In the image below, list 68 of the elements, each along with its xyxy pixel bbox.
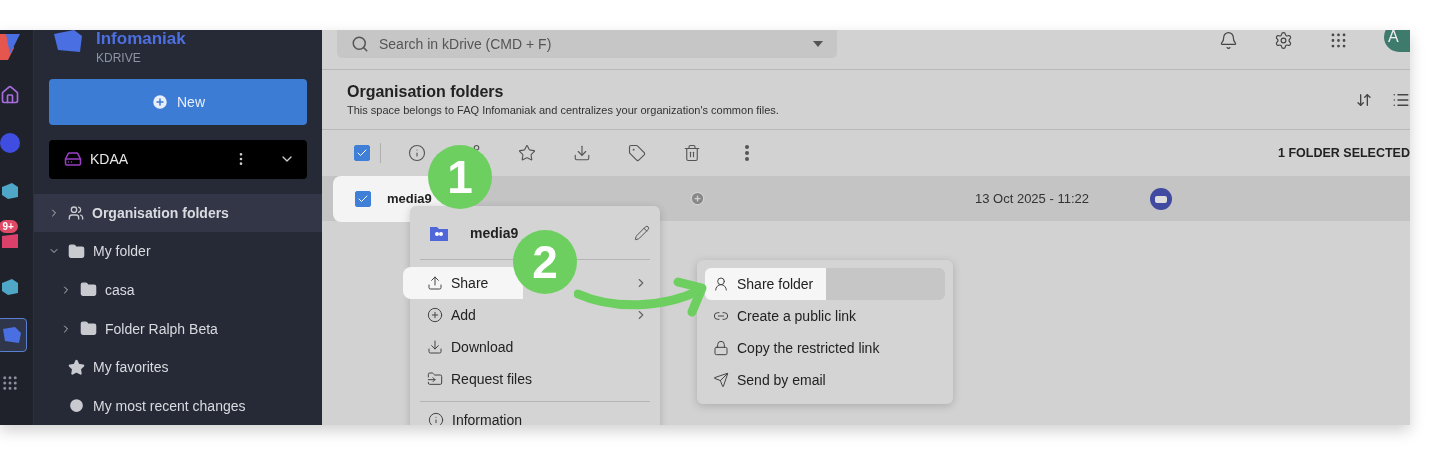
tree-item[interactable]: My folder <box>34 232 322 271</box>
bell-icon <box>1219 30 1238 50</box>
caret-icon <box>813 41 823 47</box>
add-icon <box>690 191 705 206</box>
app-logo-icon <box>0 32 22 62</box>
selection-count: 1 FOLDER SELECTED <box>1278 146 1410 160</box>
select-all-checkbox[interactable] <box>354 145 370 161</box>
app-launcher[interactable] <box>0 318 27 352</box>
add-app-icon <box>0 374 19 392</box>
submenu-item[interactable]: Create a public link <box>705 300 945 332</box>
star-icon <box>68 358 85 376</box>
notification-badge: 9+ <box>0 220 18 233</box>
more-icon <box>744 145 749 161</box>
tree-item[interactable]: My most recent changes <box>34 386 322 425</box>
app-launcher[interactable]: 9+ <box>0 222 25 256</box>
star-icon <box>517 144 536 162</box>
drive-name: KDAA <box>90 151 130 168</box>
page-title: Organisation folders <box>347 83 505 101</box>
organisation-folder-icon <box>68 204 84 221</box>
new-button[interactable]: New <box>49 78 307 125</box>
tree-item[interactable]: My favorites <box>34 347 322 387</box>
settings-icon <box>1274 30 1293 50</box>
download-icon <box>572 144 591 162</box>
cube-icon <box>0 277 20 297</box>
home-icon <box>0 85 20 105</box>
tree-item[interactable]: casa <box>34 270 322 310</box>
send-icon <box>713 372 729 388</box>
submenu-item[interactable]: Share folder <box>705 268 945 300</box>
drive-app-icon <box>0 325 23 345</box>
tree-item[interactable]: Organisation folders <box>34 193 322 233</box>
menu-item[interactable]: Add <box>403 299 660 331</box>
download-icon <box>427 339 443 355</box>
tree-item[interactable]: Folder Ralph Beta <box>34 309 322 348</box>
brand-name: Infomaniak <box>96 30 186 48</box>
lock-icon <box>713 340 729 356</box>
drive-badge-icon <box>1148 186 1173 211</box>
add-icon <box>427 307 443 323</box>
rename-pencil-icon <box>634 224 650 241</box>
search-icon <box>351 35 369 53</box>
info-icon <box>407 144 426 162</box>
shared-folder-icon <box>430 224 448 241</box>
user-avatar[interactable]: A <box>1384 30 1410 52</box>
search-field[interactable]: Search in kDrive (CMD + F) <box>337 30 837 58</box>
product-name: KDRIVE <box>96 50 142 66</box>
folder-icon <box>80 281 97 299</box>
submenu-item[interactable]: Copy the restricted link <box>705 332 945 364</box>
orb-icon <box>0 132 21 154</box>
sort-icon <box>1356 91 1372 108</box>
modified-date: 13 Oct 2025 - 11:22 <box>975 191 1089 206</box>
user-share-icon <box>713 276 729 292</box>
submenu-item[interactable]: Send by email <box>705 364 945 396</box>
row-checkbox[interactable] <box>355 190 371 207</box>
trash-icon <box>682 144 701 162</box>
menu-item[interactable]: Information <box>420 401 650 425</box>
folder-icon <box>80 320 97 338</box>
plus-circle-icon <box>151 92 169 111</box>
page-description: This space belongs to FAQ Infomaniak and centralizes your organization's common files. <box>347 104 779 116</box>
drive-selector[interactable]: KDAA <box>49 139 307 179</box>
menu-item[interactable]: Download <box>403 331 660 363</box>
folder-request-icon <box>427 371 443 387</box>
tag-icon <box>627 144 646 162</box>
menu-item[interactable]: Request files <box>403 363 660 395</box>
drive-icon <box>64 150 82 169</box>
check-icon <box>356 147 368 159</box>
info-icon <box>428 411 444 425</box>
cube-icon <box>0 181 20 201</box>
share-icon <box>427 275 443 291</box>
folder-icon <box>68 242 85 260</box>
